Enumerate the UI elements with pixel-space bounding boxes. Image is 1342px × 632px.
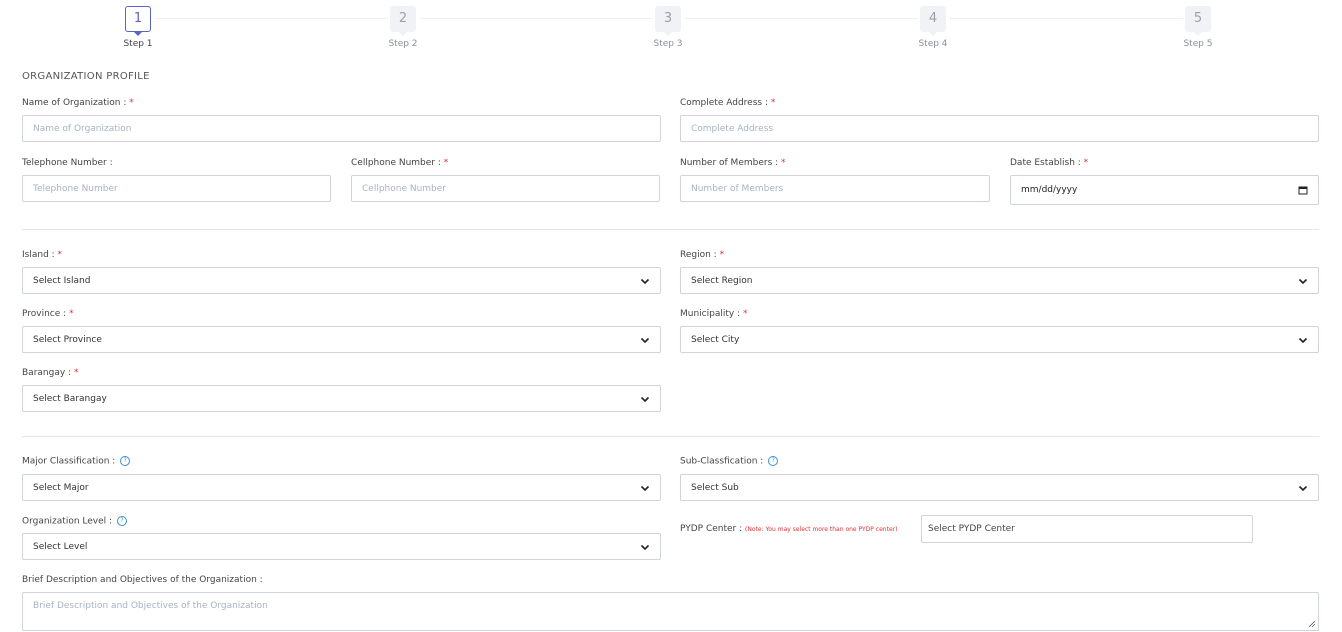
chevron-down-icon [640, 396, 650, 402]
pydp-select[interactable]: Select PYDP Center [921, 515, 1253, 543]
pydp-value: Select PYDP Center [928, 524, 1015, 534]
municipality-select[interactable]: Select City [680, 326, 1319, 353]
sub-value: Select Sub [691, 482, 739, 493]
required-mark: * [719, 250, 725, 260]
region-select[interactable]: Select Region [680, 267, 1319, 294]
required-mark: * [69, 309, 74, 319]
level-value: Select Level [33, 541, 88, 552]
required-mark: * [1083, 158, 1089, 168]
step-connector [950, 18, 1183, 19]
divider [22, 229, 1319, 230]
step-connector [685, 18, 918, 19]
province-value: Select Province [33, 334, 102, 345]
step-4[interactable]: 4 Step 4 [903, 6, 963, 49]
date-value: mm/dd/yyyy [1021, 185, 1078, 195]
step-number: 5 [1185, 6, 1211, 36]
step-3[interactable]: 3 Step 3 [638, 6, 698, 49]
step-number: 2 [390, 6, 416, 36]
step-label: Step 5 [1183, 39, 1213, 49]
major-select[interactable]: Select Major [22, 474, 661, 501]
cellphone-input[interactable]: Cellphone Number [351, 175, 660, 202]
members-label: Number of Members : * [680, 158, 786, 168]
help-icon[interactable]: ? [120, 456, 131, 466]
chevron-down-icon [1298, 278, 1308, 284]
barangay-label: Barangay : * [22, 368, 79, 378]
step-label: Step 3 [653, 39, 683, 49]
island-value: Select Island [33, 275, 91, 286]
municipality-label: Municipality : * [680, 309, 748, 319]
cellphone-label: Cellphone Number : * [351, 158, 449, 168]
level-select[interactable]: Select Level [22, 533, 661, 560]
org-name-input[interactable]: Name of Organization [22, 115, 661, 142]
sub-label: Sub-Classfication : ? [680, 456, 779, 467]
section-title: ORGANIZATION PROFILE [22, 71, 150, 82]
required-mark: * [781, 158, 786, 168]
level-label: Organization Level : ? [22, 516, 127, 527]
step-number: 3 [655, 6, 681, 36]
date-label: Date Establish : * [1010, 158, 1089, 168]
major-value: Select Major [33, 482, 89, 493]
chevron-down-icon [1298, 485, 1308, 491]
divider [22, 436, 1319, 437]
step-1[interactable]: 1 Step 1 [108, 6, 168, 49]
help-icon[interactable]: ? [116, 516, 127, 526]
required-mark: * [443, 158, 449, 168]
province-label: Province : * [22, 309, 74, 319]
help-icon[interactable]: ? [768, 456, 779, 466]
required-mark: * [770, 98, 776, 108]
barangay-value: Select Barangay [33, 393, 107, 404]
required-mark: * [73, 368, 79, 378]
required-mark: * [742, 309, 748, 319]
sub-select[interactable]: Select Sub [680, 474, 1319, 501]
step-label: Step 4 [918, 39, 948, 49]
step-connector [420, 18, 653, 19]
calendar-icon[interactable] [1298, 185, 1308, 195]
step-5[interactable]: 5 Step 5 [1168, 6, 1228, 49]
description-label: Brief Description and Objectives of the … [22, 575, 263, 585]
island-label: Island : * [22, 250, 63, 260]
telephone-input[interactable]: Telephone Number [22, 175, 331, 202]
chevron-down-icon [640, 485, 650, 491]
address-label: Complete Address : * [680, 98, 776, 108]
pydp-label: PYDP Center : (Note: You may select more… [680, 524, 898, 534]
chevron-down-icon [1298, 337, 1308, 343]
description-textarea[interactable]: Brief Description and Objectives of the … [22, 592, 1319, 631]
resize-handle-icon[interactable] [1309, 621, 1315, 627]
barangay-select[interactable]: Select Barangay [22, 385, 661, 412]
region-value: Select Region [691, 275, 753, 286]
date-input[interactable]: mm/dd/yyyy [1010, 175, 1319, 205]
step-number: 1 [125, 6, 151, 36]
stepper: 1 Step 1 2 Step 2 3 Step 3 4 Step 4 5 St… [0, 0, 1342, 60]
description-placeholder: Brief Description and Objectives of the … [33, 601, 268, 611]
island-select[interactable]: Select Island [22, 267, 661, 294]
telephone-label: Telephone Number : [22, 158, 113, 168]
address-input[interactable]: Complete Address [680, 115, 1319, 142]
region-label: Region : * [680, 250, 725, 260]
required-mark: * [57, 250, 63, 260]
major-label: Major Classification : ? [22, 456, 131, 467]
org-name-label: Name of Organization : * [22, 98, 134, 108]
step-connector [155, 18, 388, 19]
province-select[interactable]: Select Province [22, 326, 661, 353]
step-label: Step 1 [123, 39, 153, 49]
municipality-value: Select City [691, 334, 740, 345]
step-2[interactable]: 2 Step 2 [373, 6, 433, 49]
chevron-down-icon [640, 278, 650, 284]
chevron-down-icon [640, 544, 650, 550]
step-number: 4 [920, 6, 946, 36]
pydp-note: (Note: You may select more than one PYDP… [745, 526, 898, 533]
members-input[interactable]: Number of Members [680, 175, 990, 202]
chevron-down-icon [640, 337, 650, 343]
required-mark: * [129, 98, 134, 108]
step-label: Step 2 [388, 39, 418, 49]
